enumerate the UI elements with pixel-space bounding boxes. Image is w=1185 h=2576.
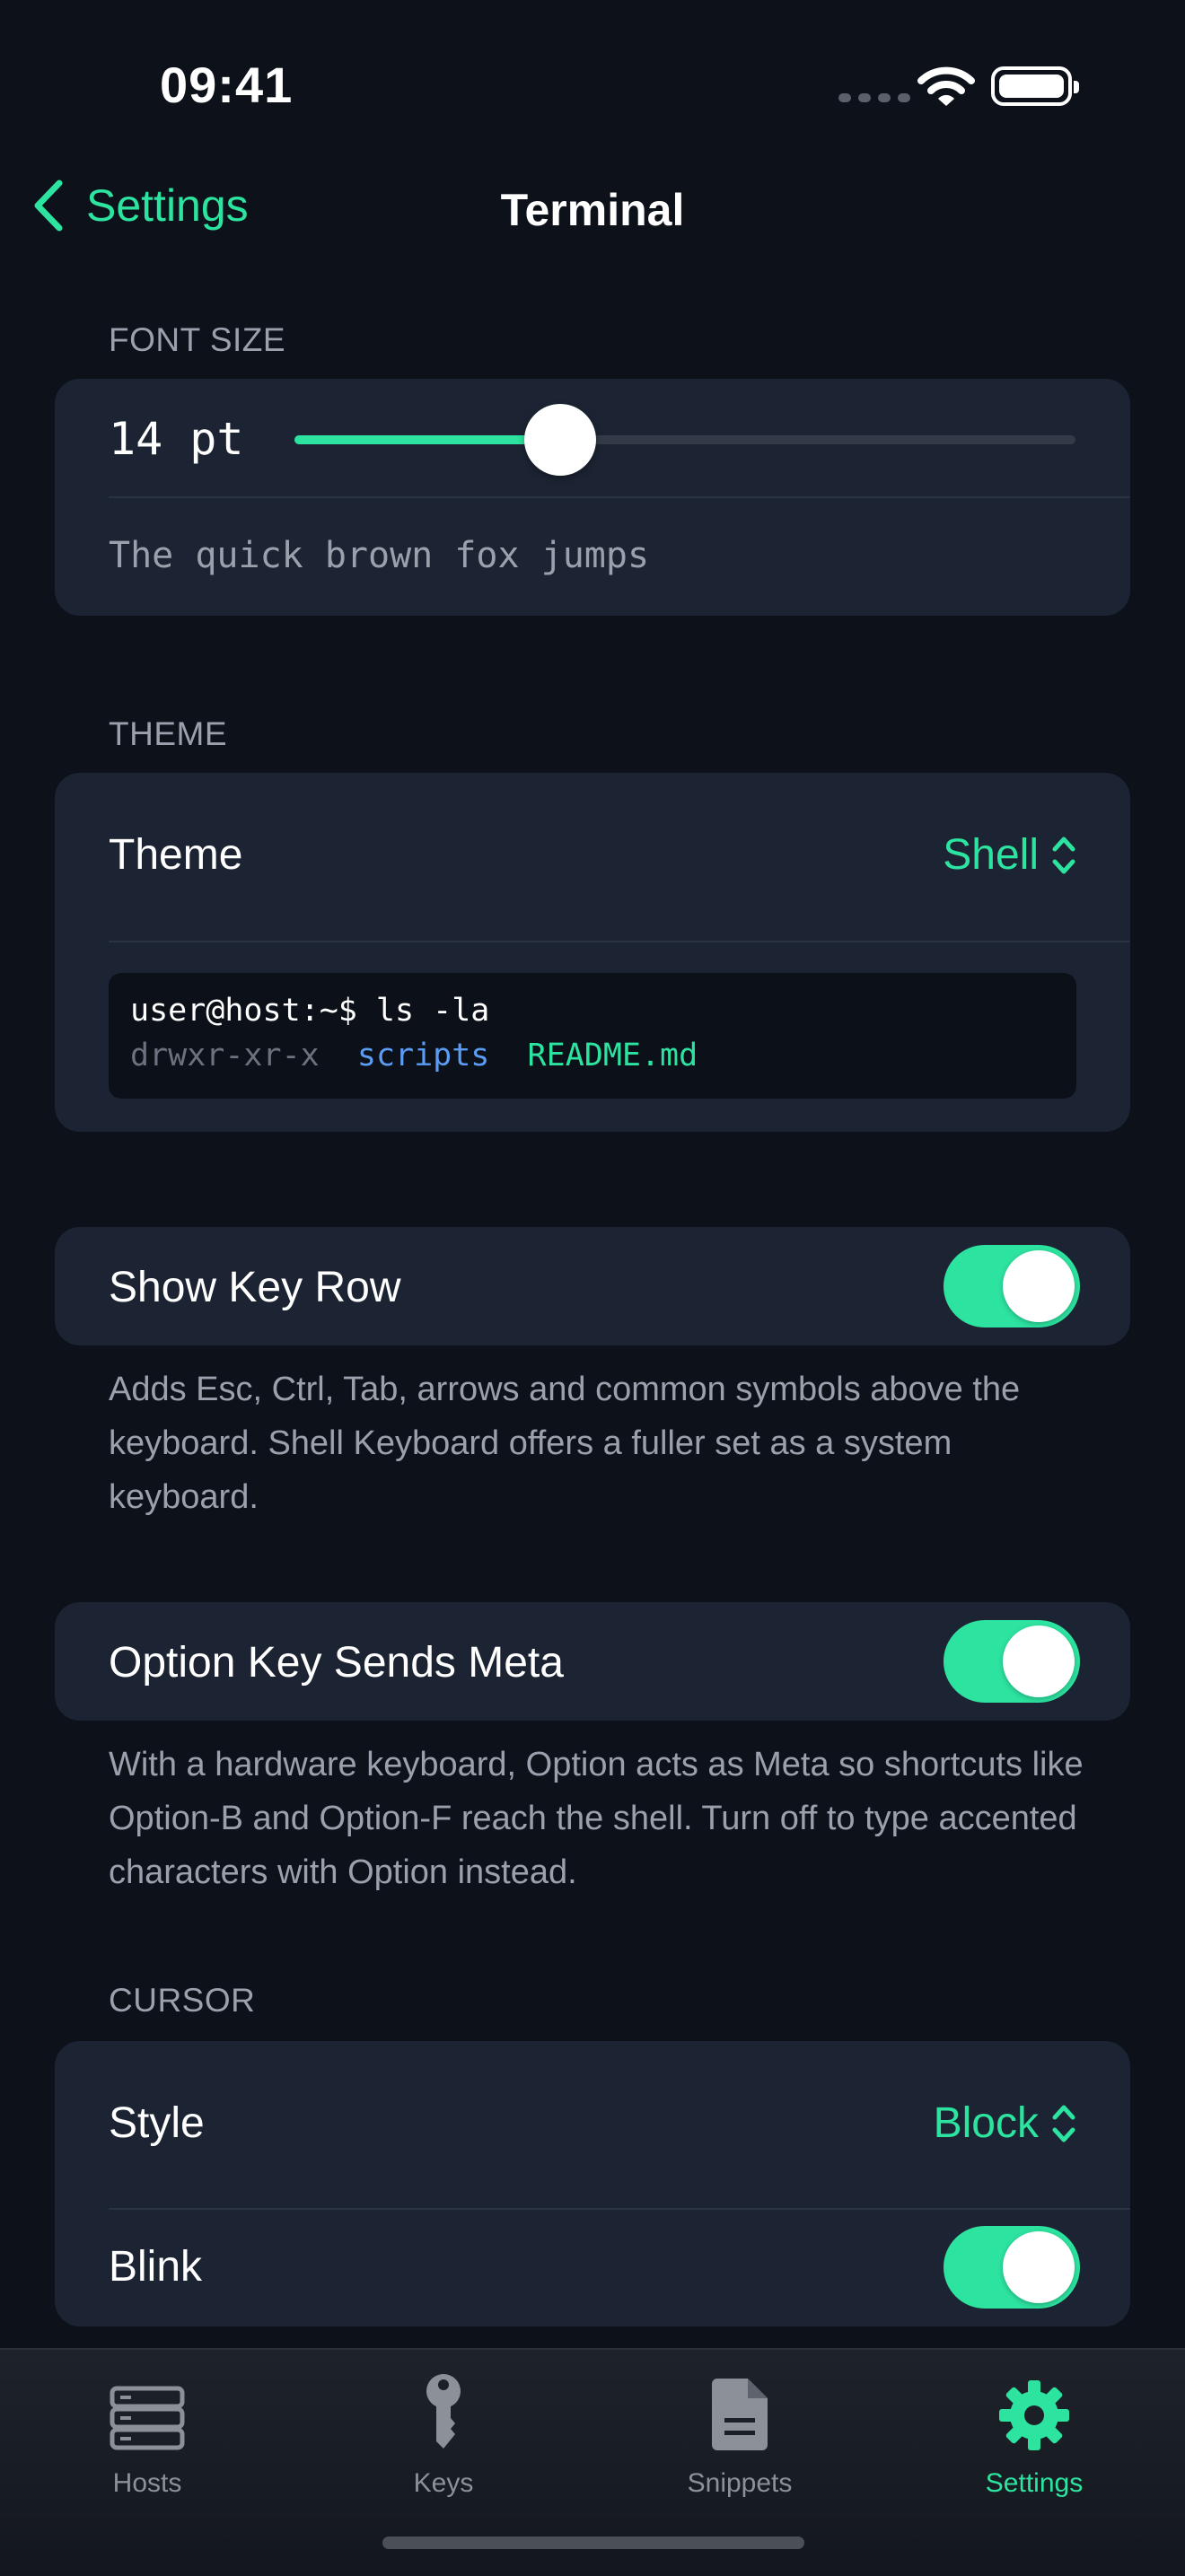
tab-snippets[interactable]: Snippets (623, 2364, 856, 2499)
show-key-row-label: Show Key Row (109, 1264, 401, 1311)
cellular-signal-icon (838, 93, 910, 102)
slider-thumb[interactable] (523, 404, 596, 476)
cursor-blink-label: Blink (109, 2243, 203, 2291)
option-meta-footnote: With a hardware keyboard, Option acts as… (109, 1746, 1084, 1891)
gear-icon (999, 2380, 1069, 2450)
divider (109, 496, 1130, 498)
battery-icon (991, 66, 1079, 106)
show-key-row-toggle[interactable] (944, 1245, 1080, 1327)
key-icon (426, 2374, 461, 2449)
server-icon (110, 2386, 185, 2450)
page-title: Terminal (500, 185, 685, 235)
preview-permissions: drwxr-xr-x (130, 1038, 320, 1073)
theme-preview: user@host:~$ ls -la drwxr-xr-x scripts R… (109, 973, 1076, 1099)
theme-row[interactable]: Theme Shell (55, 773, 1130, 941)
theme-picker[interactable]: Shell (943, 830, 1076, 880)
preview-directory: scripts (356, 1038, 490, 1073)
slider-fill (294, 435, 560, 444)
tab-label: Settings (985, 2468, 1084, 2498)
tab-label: Hosts (112, 2468, 182, 2498)
show-key-row-footnote: Adds Esc, Ctrl, Tab, arrows and common s… (109, 1371, 1021, 1516)
font-preview-text: The quick brown fox jumps (109, 535, 650, 576)
option-meta-label: Option Key Sends Meta (109, 1639, 564, 1687)
cursor-style-value: Block (933, 2099, 1039, 2147)
cursor-style-label: Style (109, 2099, 205, 2147)
option-meta-cell: Option Key Sends Meta (55, 1602, 1130, 1721)
tab-hosts[interactable]: Hosts (31, 2364, 264, 2499)
font-size-slider[interactable] (294, 404, 1075, 476)
tab-keys[interactable]: Keys (327, 2364, 560, 2499)
cursor-section-header: CURSOR (109, 1982, 256, 2019)
font-size-value: 14 pt (109, 413, 244, 465)
preview-file: README.md (527, 1038, 698, 1073)
document-icon (712, 2379, 768, 2450)
divider (109, 2208, 1130, 2210)
cursor-blink-toggle[interactable] (944, 2226, 1080, 2309)
tab-label: Snippets (687, 2468, 793, 2498)
cursor-style-row[interactable]: Style Block (55, 2041, 1130, 2208)
font-size-card: 14 pt The quick brown fox jumps (55, 379, 1130, 616)
cursor-style-picker[interactable]: Block (934, 2098, 1076, 2148)
theme-card: Theme Shell user@host:~$ ls -la drwxr-xr… (55, 773, 1130, 1132)
preview-listing: drwxr-xr-x scripts README.md (130, 1038, 698, 1073)
show-key-row-cell: Show Key Row (55, 1227, 1130, 1345)
divider (109, 941, 1130, 942)
tab-label: Keys (413, 2468, 474, 2498)
home-indicator (382, 2537, 804, 2549)
theme-value: Shell (943, 831, 1039, 879)
wifi-icon (917, 66, 975, 106)
chevron-up-down-icon (1052, 837, 1075, 873)
status-time: 09:41 (160, 57, 294, 113)
theme-row-label: Theme (109, 831, 243, 879)
cursor-card: Style Block Blink (55, 2041, 1130, 2326)
option-meta-toggle[interactable] (944, 1620, 1080, 1703)
preview-prompt: user@host:~$ ls -la (130, 993, 490, 1029)
chevron-up-down-icon (1052, 2105, 1075, 2142)
font-size-section-header: FONT SIZE (109, 321, 286, 358)
theme-section-header: THEME (109, 715, 227, 752)
tab-settings[interactable]: Settings (917, 2364, 1151, 2499)
